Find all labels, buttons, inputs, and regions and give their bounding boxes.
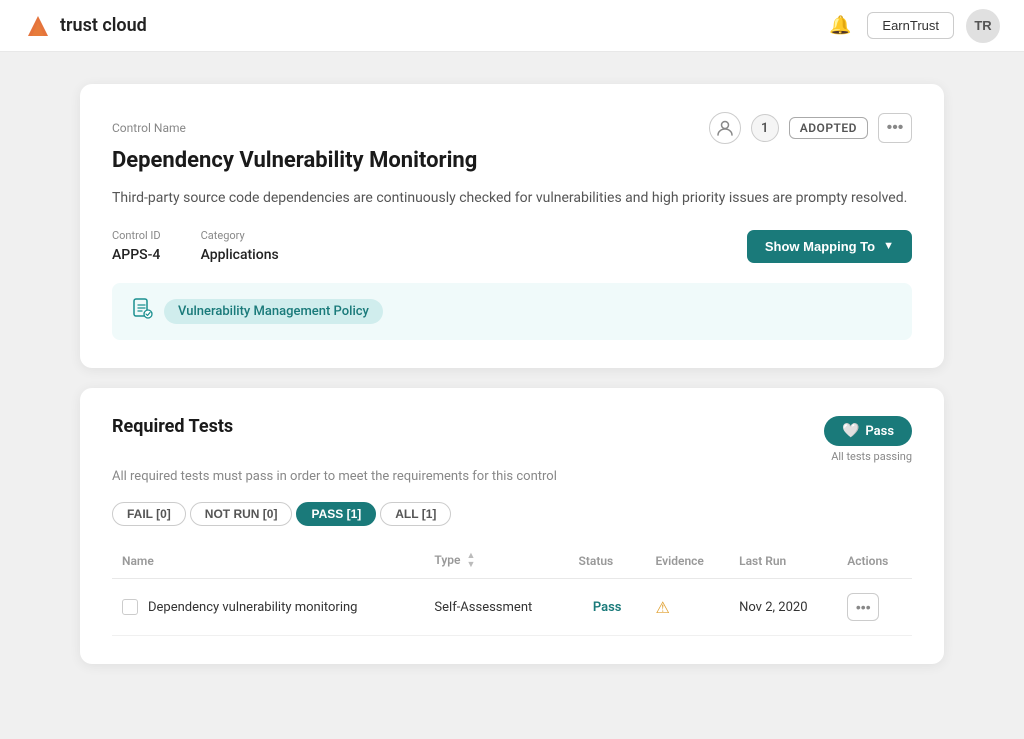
test-last-run-cell: Nov 2, 2020 (729, 579, 837, 636)
control-description: Third-party source code dependencies are… (112, 187, 912, 209)
test-status-label: Pass (593, 600, 622, 615)
pass-badge: 🤍 Pass (824, 416, 912, 446)
meta-fields: Control ID APPS-4 Category Applications (112, 229, 279, 263)
header: trust cloud 🔔 EarnTrust TR (0, 0, 1024, 52)
policy-document-icon (130, 297, 154, 326)
all-tests-passing-label: All tests passing (824, 450, 912, 463)
sort-icon: ▲▼ (467, 552, 476, 570)
notifications-button[interactable]: 🔔 (825, 11, 855, 40)
heart-icon: 🤍 (842, 423, 859, 439)
row-more-button[interactable]: ••• (847, 593, 879, 621)
more-options-button[interactable]: ••• (878, 113, 912, 143)
policy-tag[interactable]: Vulnerability Management Policy (164, 299, 383, 324)
filter-tab-fail[interactable]: FAIL [0] (112, 502, 186, 526)
pass-badge-label: Pass (865, 424, 894, 439)
required-tests-card: Required Tests 🤍 Pass All tests passing … (80, 388, 944, 664)
col-actions: Actions (837, 544, 912, 579)
test-name: Dependency vulnerability monitoring (148, 600, 357, 615)
control-id-field: Control ID APPS-4 (112, 229, 161, 263)
test-status-cell: ♥ Pass (569, 579, 646, 636)
filter-tab-not-run[interactable]: NOT RUN [0] (190, 502, 293, 526)
person-icon (709, 112, 741, 144)
control-header-actions: 1 ADOPTED ••• (709, 112, 912, 144)
earn-trust-button[interactable]: EarnTrust (867, 12, 954, 39)
avatar-button[interactable]: TR (966, 9, 1000, 43)
pass-heart-icon: ♥ (579, 599, 587, 616)
tests-table: Name Type ▲▼ Status Evidence Last Run (112, 544, 912, 636)
control-card: Control Name 1 ADOPTED ••• Dependency Vu… (80, 84, 944, 368)
header-right: 🔔 EarnTrust TR (825, 9, 1000, 43)
show-mapping-button[interactable]: Show Mapping To ▼ (747, 230, 912, 263)
chevron-down-icon: ▼ (883, 240, 894, 252)
test-actions-cell: ••• (837, 579, 912, 636)
test-type: Self-Assessment (434, 600, 532, 615)
policy-tag-row: Vulnerability Management Policy (112, 283, 912, 340)
logo-text: trust cloud (60, 15, 147, 36)
badge-number: 1 (751, 114, 779, 142)
test-status: ♥ Pass (579, 599, 636, 616)
table-row: Dependency vulnerability monitoring Self… (112, 579, 912, 636)
logo: trust cloud (24, 12, 147, 40)
control-card-header: Control Name 1 ADOPTED ••• (112, 112, 912, 144)
tests-header: Required Tests 🤍 Pass All tests passing (112, 416, 912, 463)
category-label: Category (201, 229, 279, 242)
tests-table-body: Dependency vulnerability monitoring Self… (112, 579, 912, 636)
test-last-run: Nov 2, 2020 (739, 600, 807, 615)
test-checkbox[interactable] (122, 599, 138, 615)
tests-table-header: Name Type ▲▼ Status Evidence Last Run (112, 544, 912, 579)
evidence-warning-icon: ⚠ (655, 598, 669, 617)
control-name-label: Control Name (112, 121, 186, 135)
adopted-badge: ADOPTED (789, 117, 868, 139)
test-name-group: Dependency vulnerability monitoring (122, 599, 414, 615)
test-type-cell: Self-Assessment (424, 579, 568, 636)
logo-icon (24, 12, 52, 40)
col-name: Name (112, 544, 424, 579)
main-content: Control Name 1 ADOPTED ••• Dependency Vu… (0, 52, 1024, 696)
tests-title: Required Tests (112, 416, 233, 437)
test-evidence-cell: ⚠ (645, 579, 729, 636)
filter-tab-pass[interactable]: PASS [1] (296, 502, 376, 526)
control-meta: Control ID APPS-4 Category Applications … (112, 229, 912, 263)
tests-subtitle: All required tests must pass in order to… (112, 469, 912, 484)
filter-tab-all[interactable]: ALL [1] (380, 502, 451, 526)
col-status: Status (569, 544, 646, 579)
category-value: Applications (201, 247, 279, 263)
show-mapping-label: Show Mapping To (765, 239, 875, 254)
pass-badge-group: 🤍 Pass All tests passing (824, 416, 912, 463)
col-evidence: Evidence (645, 544, 729, 579)
col-last-run: Last Run (729, 544, 837, 579)
control-id-label: Control ID (112, 229, 161, 242)
control-title: Dependency Vulnerability Monitoring (112, 148, 912, 173)
col-type: Type ▲▼ (424, 544, 568, 579)
filter-tabs: FAIL [0] NOT RUN [0] PASS [1] ALL [1] (112, 502, 912, 526)
control-id-value: APPS-4 (112, 247, 160, 263)
tests-title-group: Required Tests (112, 416, 233, 437)
category-field: Category Applications (201, 229, 279, 263)
test-name-cell: Dependency vulnerability monitoring (112, 579, 424, 636)
